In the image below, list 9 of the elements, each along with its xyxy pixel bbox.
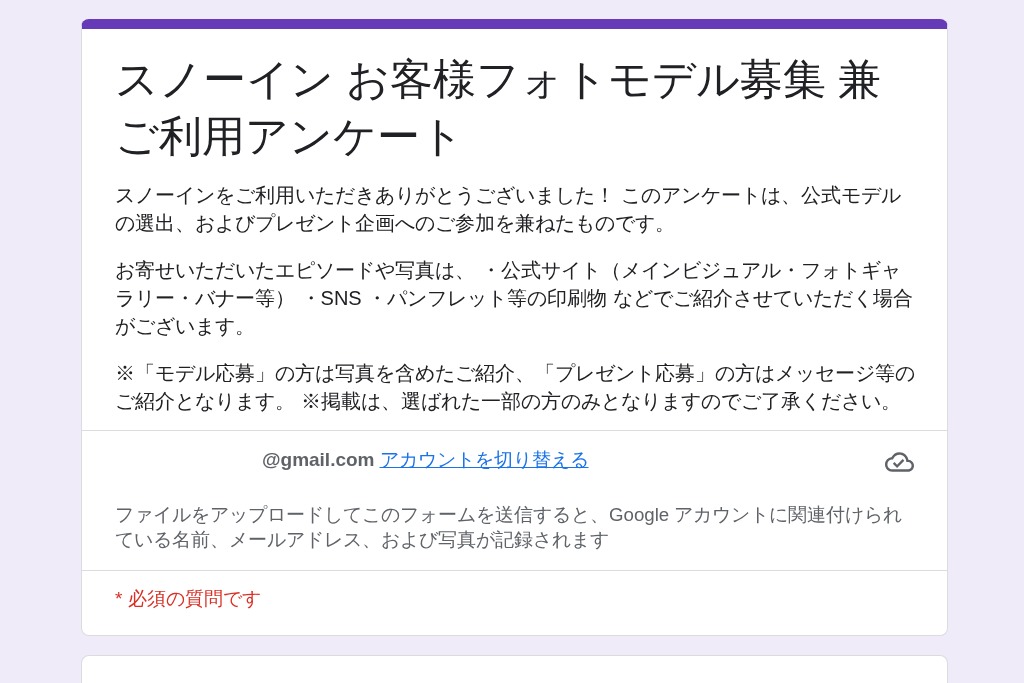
form-description: お寄せいただいたエピソードや写真は、 ・公式サイト（メインビジュアル・フォトギャラリー・バナー等） ・SNS ・パンフレット等の印刷物 などでご紹介させていただく場合がございます。 [115,258,914,339]
form-description: ※「モデル応募」の方は写真を含めたご紹介、「プレゼント応募」の方はメッセージ等のご紹介となります。 ※掲載は、選ばれた一部の方のみとなりますのでご了承ください。 [115,361,916,414]
form-description: スノーインをご利用いただきありがとうございました！ このアンケートは、公式モデルの選出、およびプレゼント企画へのご参加を兼ねたものです。 [115,183,902,236]
form-title: スノーイン お客様フォトモデル募集 兼ご利用アンケート [115,55,882,162]
required-note: * 必須の質問です [115,587,262,611]
cloud-check-icon [885,452,914,472]
switch-account-link[interactable]: アカウントを切り替える [379,448,589,472]
privacy-notice: ファイルをアップロードしてこのフォームを送信すると、Google アカウントに関連付けられている名前、メールアドレス、および写真が記録されます [115,503,904,552]
account-email: @gmail.com [262,448,375,472]
